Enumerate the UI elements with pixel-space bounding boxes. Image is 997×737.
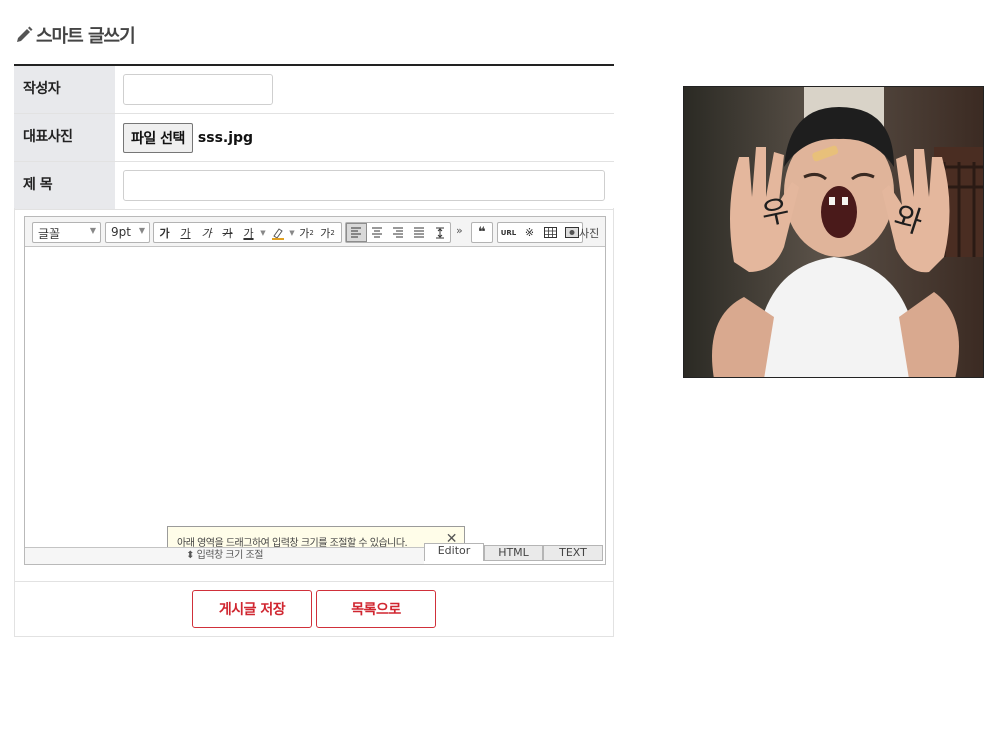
highlight-icon <box>271 227 284 240</box>
chevron-down-icon[interactable]: ▼ <box>259 229 267 237</box>
title-input[interactable] <box>123 170 605 201</box>
bold-button[interactable]: 가 <box>154 223 175 242</box>
align-group <box>345 222 451 243</box>
tab-editor[interactable]: Editor <box>424 543 484 561</box>
text-format-group: 가 가 가 가 가 ▼ ▼ 가2 가2 <box>153 222 342 243</box>
rich-text-editor: 글꼴 ▼ 9pt ▼ 가 가 가 가 가 ▼ ▼ 가 2 가 2 » ❝ URL… <box>24 216 606 565</box>
title-label: 제 목 <box>14 162 115 209</box>
photo-row: 대표사진 파일 선택 sss.jpg <box>14 114 614 162</box>
align-right-icon <box>393 227 403 238</box>
preview-photo: 우 와 <box>684 87 983 377</box>
superscript-label: 가 <box>299 226 310 240</box>
url-icon[interactable]: URL <box>498 223 519 242</box>
tab-text[interactable]: TEXT <box>543 545 603 561</box>
author-row: 작성자 <box>14 66 614 114</box>
preview-image: 우 와 <box>683 86 984 378</box>
align-justify-button[interactable] <box>408 223 429 242</box>
line-height-icon <box>435 227 444 238</box>
file-select-button[interactable]: 파일 선택 <box>123 122 193 153</box>
text-color-button[interactable]: 가 <box>238 223 259 242</box>
underline-button[interactable]: 가 <box>175 223 196 242</box>
align-left-icon <box>351 227 362 238</box>
align-right-button[interactable] <box>388 223 409 242</box>
file-name: sss.jpg <box>197 129 254 146</box>
list-button[interactable]: 목록으로 <box>316 590 436 628</box>
author-label: 작성자 <box>14 66 115 113</box>
editor-content-area[interactable] <box>25 247 605 547</box>
pencil-icon <box>17 26 33 42</box>
write-form: 작성자 대표사진 파일 선택 sss.jpg 제 목 <box>14 64 614 210</box>
align-left-button[interactable] <box>346 223 367 242</box>
subscript-label: 가 <box>320 226 331 240</box>
superscript-button[interactable]: 가2 <box>296 223 317 242</box>
photo-label: 대표사진 <box>14 114 115 161</box>
chevron-down-icon: ▼ <box>89 226 96 235</box>
quote-group: ❝ <box>471 222 493 243</box>
line-height-button[interactable] <box>429 223 450 242</box>
chevron-down-icon: ▼ <box>138 226 145 235</box>
photo-label[interactable]: 사진 <box>579 225 599 241</box>
page-title-text: 스마트 글쓰기 <box>36 26 136 47</box>
special-char-icon[interactable]: ※ <box>519 223 540 242</box>
title-row: 제 목 <box>14 162 614 210</box>
table-grid-icon <box>544 227 557 238</box>
image-icon <box>564 227 579 238</box>
italic-button[interactable]: 가 <box>196 223 217 242</box>
page-title: 스마트 글쓰기 <box>14 24 136 47</box>
highlight-color-button[interactable] <box>267 223 288 242</box>
align-justify-icon <box>413 227 424 238</box>
tab-html[interactable]: HTML <box>484 545 543 561</box>
font-size-value: 9pt <box>111 225 131 239</box>
font-size-select[interactable]: 9pt ▼ <box>105 222 150 243</box>
editor-container: 글꼴 ▼ 9pt ▼ 가 가 가 가 가 ▼ ▼ 가 2 가 2 » ❝ URL… <box>14 208 614 582</box>
chevron-down-icon[interactable]: ▼ <box>288 229 296 237</box>
form-actions: 게시글 저장 목록으로 <box>14 582 614 637</box>
quote-icon[interactable]: ❝ <box>472 223 492 242</box>
more-tools-button[interactable]: » <box>456 224 463 237</box>
subscript-button[interactable]: 가2 <box>317 223 338 242</box>
insert-group: URL ※ <box>497 222 583 243</box>
save-button[interactable]: 게시글 저장 <box>192 590 312 628</box>
resize-handle[interactable]: ⬍ 입력창 크기 조절 <box>25 547 424 564</box>
align-center-button[interactable] <box>367 223 388 242</box>
font-family-select[interactable]: 글꼴 ▼ <box>32 222 101 243</box>
author-input[interactable] <box>123 74 273 105</box>
strikethrough-button[interactable]: 가 <box>217 223 238 242</box>
font-family-value: 글꼴 <box>38 227 61 241</box>
editor-toolbar: 글꼴 ▼ 9pt ▼ 가 가 가 가 가 ▼ ▼ 가 2 가 2 » ❝ URL… <box>25 217 605 247</box>
align-center-icon <box>372 227 383 238</box>
table-icon[interactable] <box>540 223 561 242</box>
